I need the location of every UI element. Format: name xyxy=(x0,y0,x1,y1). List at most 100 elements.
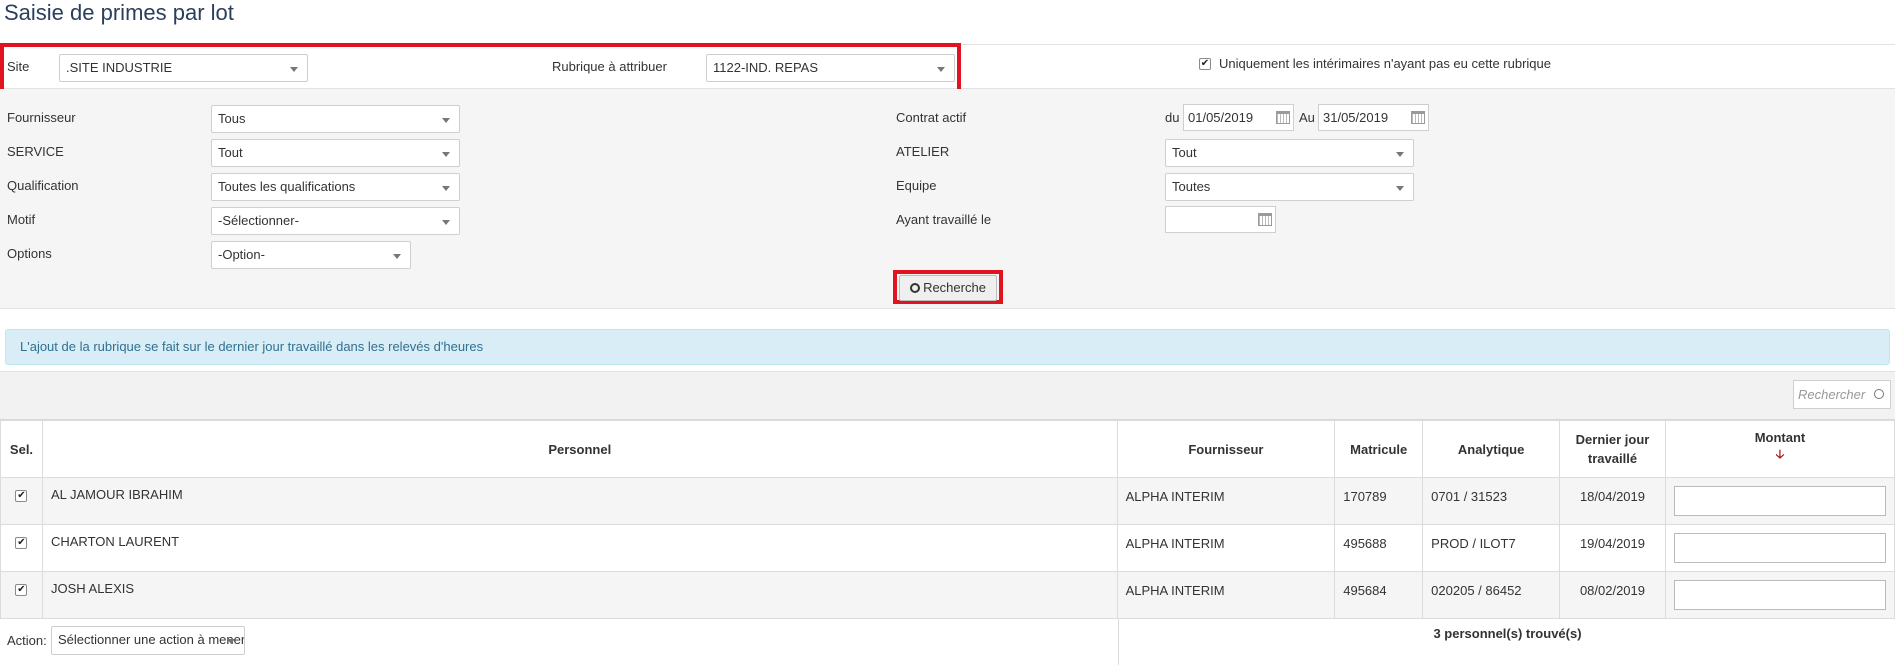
dropdown-caret-icon xyxy=(290,67,298,72)
montant-input[interactable] xyxy=(1673,486,1886,516)
info-message: L'ajout de la rubrique se fait sur le de… xyxy=(5,329,1890,365)
cell-personnel: JOSH ALEXIS xyxy=(41,571,1118,619)
table-row: ✔ AL JAMOUR IBRAHIM ALPHA INTERIM 170789… xyxy=(0,477,1895,525)
row-select-checkbox[interactable]: ✔ xyxy=(15,537,28,549)
search-button[interactable]: Recherche xyxy=(899,275,997,301)
cell-dernier-jour: 08/02/2019 xyxy=(1559,571,1666,619)
checkbox-check-icon: ✔ xyxy=(17,584,26,595)
dropdown-caret-icon xyxy=(442,220,450,225)
dropdown-caret-icon xyxy=(442,152,450,157)
du-label: du xyxy=(1165,110,1180,125)
col-header-analytique[interactable]: Analytique xyxy=(1422,420,1561,478)
site-select-value: .SITE INDUSTRIE xyxy=(66,60,173,75)
col-header-montant-label: Montant xyxy=(1754,430,1806,445)
service-label: SERVICE xyxy=(7,144,64,159)
search-button-label: Recherche xyxy=(923,280,986,295)
table-search-input[interactable]: Rechercher xyxy=(1793,380,1891,409)
atelier-label: ATELIER xyxy=(896,144,950,159)
dropdown-caret-icon xyxy=(1396,186,1404,191)
qualification-select[interactable]: Toutes les qualifications xyxy=(211,173,460,201)
service-select-value: Tout xyxy=(218,145,243,160)
motif-select[interactable]: -Sélectionner- xyxy=(211,207,460,235)
cell-fournisseur: ALPHA INTERIM xyxy=(1116,571,1336,619)
ayant-travaille-input[interactable] xyxy=(1165,206,1276,233)
table-row: ✔ JOSH ALEXIS ALPHA INTERIM 495684 02020… xyxy=(0,571,1895,619)
search-icon xyxy=(1874,389,1884,399)
montant-input[interactable] xyxy=(1673,580,1886,610)
col-header-dernier-jour-line2: travaillé xyxy=(1587,451,1638,466)
calendar-icon[interactable] xyxy=(1276,111,1290,124)
atelier-select-value: Tout xyxy=(1172,145,1197,160)
contrat-actif-label: Contrat actif xyxy=(896,110,967,125)
site-label: Site xyxy=(7,59,30,74)
cell-matricule: 495684 xyxy=(1334,571,1424,619)
cell-dernier-jour: 19/04/2019 xyxy=(1559,524,1666,572)
dropdown-caret-icon xyxy=(1396,152,1404,157)
col-header-dernier-jour[interactable]: Dernier jour travaillé xyxy=(1559,420,1666,478)
options-select[interactable]: -Option- xyxy=(211,241,411,269)
cell-fournisseur: ALPHA INTERIM xyxy=(1116,524,1336,572)
checkbox-check-icon: ✔ xyxy=(17,537,26,548)
action-select[interactable]: Sélectionner une action à mener xyxy=(51,626,245,655)
checkbox-check-icon: ✔ xyxy=(1200,58,1210,69)
qualification-select-value: Toutes les qualifications xyxy=(218,179,356,194)
cell-analytique: 020205 / 86452 xyxy=(1422,571,1561,619)
rubrique-select[interactable]: 1122-IND. REPAS xyxy=(706,54,955,82)
col-header-fournisseur[interactable]: Fournisseur xyxy=(1116,420,1336,478)
dropdown-caret-icon xyxy=(227,639,235,644)
cell-analytique: PROD / ILOT7 xyxy=(1422,524,1561,572)
calendar-icon[interactable] xyxy=(1258,213,1272,226)
options-select-value: -Option- xyxy=(218,247,265,262)
personnel-table: Sel. Personnel Fournisseur Matricule Ana… xyxy=(0,420,1895,619)
col-header-sel: Sel. xyxy=(0,420,43,478)
ayant-travaille-label: Ayant travaillé le xyxy=(896,212,992,227)
table-toolbar xyxy=(0,371,1895,420)
service-select[interactable]: Tout xyxy=(211,139,460,167)
motif-select-value: -Sélectionner- xyxy=(218,213,299,228)
row-select-checkbox[interactable]: ✔ xyxy=(15,584,28,596)
cell-analytique: 0701 / 31523 xyxy=(1422,477,1561,525)
equipe-label: Equipe xyxy=(896,178,937,193)
dropdown-caret-icon xyxy=(442,118,450,123)
fournisseur-label: Fournisseur xyxy=(7,110,76,125)
cell-personnel: CHARTON LAURENT xyxy=(41,524,1118,572)
equipe-select-value: Toutes xyxy=(1172,179,1211,194)
rubrique-select-value: 1122-IND. REPAS xyxy=(713,60,819,75)
col-header-matricule[interactable]: Matricule xyxy=(1334,420,1424,478)
equipe-select[interactable]: Toutes xyxy=(1165,173,1414,201)
atelier-select[interactable]: Tout xyxy=(1165,139,1414,167)
date-au-input[interactable]: 31/05/2019 xyxy=(1318,104,1429,131)
calendar-icon[interactable] xyxy=(1411,111,1425,124)
cell-fournisseur: ALPHA INTERIM xyxy=(1116,477,1336,525)
cell-matricule: 170789 xyxy=(1334,477,1424,525)
date-au-value: 31/05/2019 xyxy=(1323,110,1389,125)
col-header-dernier-jour-line1: Dernier jour xyxy=(1575,432,1650,447)
dropdown-caret-icon xyxy=(442,186,450,191)
fournisseur-select-value: Tous xyxy=(218,111,246,126)
only-interim-label: Uniquement les intérimaires n'ayant pas … xyxy=(1219,56,1551,71)
sort-down-arrow-icon: 🡣 xyxy=(1775,447,1785,461)
date-du-value: 01/05/2019 xyxy=(1188,110,1254,125)
dropdown-caret-icon xyxy=(393,254,401,259)
rubrique-label: Rubrique à attribuer xyxy=(552,59,667,74)
results-count: 3 personnel(s) trouvé(s) xyxy=(1433,626,1582,641)
site-select[interactable]: .SITE INDUSTRIE xyxy=(59,54,308,82)
action-label: Action: xyxy=(7,633,47,648)
qualification-label: Qualification xyxy=(7,178,79,193)
cell-personnel: AL JAMOUR IBRAHIM xyxy=(41,477,1118,525)
date-du-input[interactable]: 01/05/2019 xyxy=(1183,104,1294,131)
only-interim-checkbox[interactable]: ✔ xyxy=(1199,58,1211,70)
table-row: ✔ CHARTON LAURENT ALPHA INTERIM 495688 P… xyxy=(0,524,1895,572)
action-select-value: Sélectionner une action à mener xyxy=(58,632,245,647)
checkbox-check-icon: ✔ xyxy=(17,490,26,501)
col-header-personnel[interactable]: Personnel xyxy=(41,420,1118,478)
fournisseur-select[interactable]: Tous xyxy=(211,105,460,133)
row-select-checkbox[interactable]: ✔ xyxy=(15,490,28,502)
cell-matricule: 495688 xyxy=(1334,524,1424,572)
page-title: Saisie de primes par lot xyxy=(4,0,234,25)
col-header-montant[interactable]: Montant 🡣 xyxy=(1664,420,1895,478)
table-header-row: Sel. Personnel Fournisseur Matricule Ana… xyxy=(0,420,1895,478)
motif-label: Motif xyxy=(7,212,36,227)
montant-input[interactable] xyxy=(1673,533,1886,563)
table-search-placeholder: Rechercher xyxy=(1798,387,1866,402)
